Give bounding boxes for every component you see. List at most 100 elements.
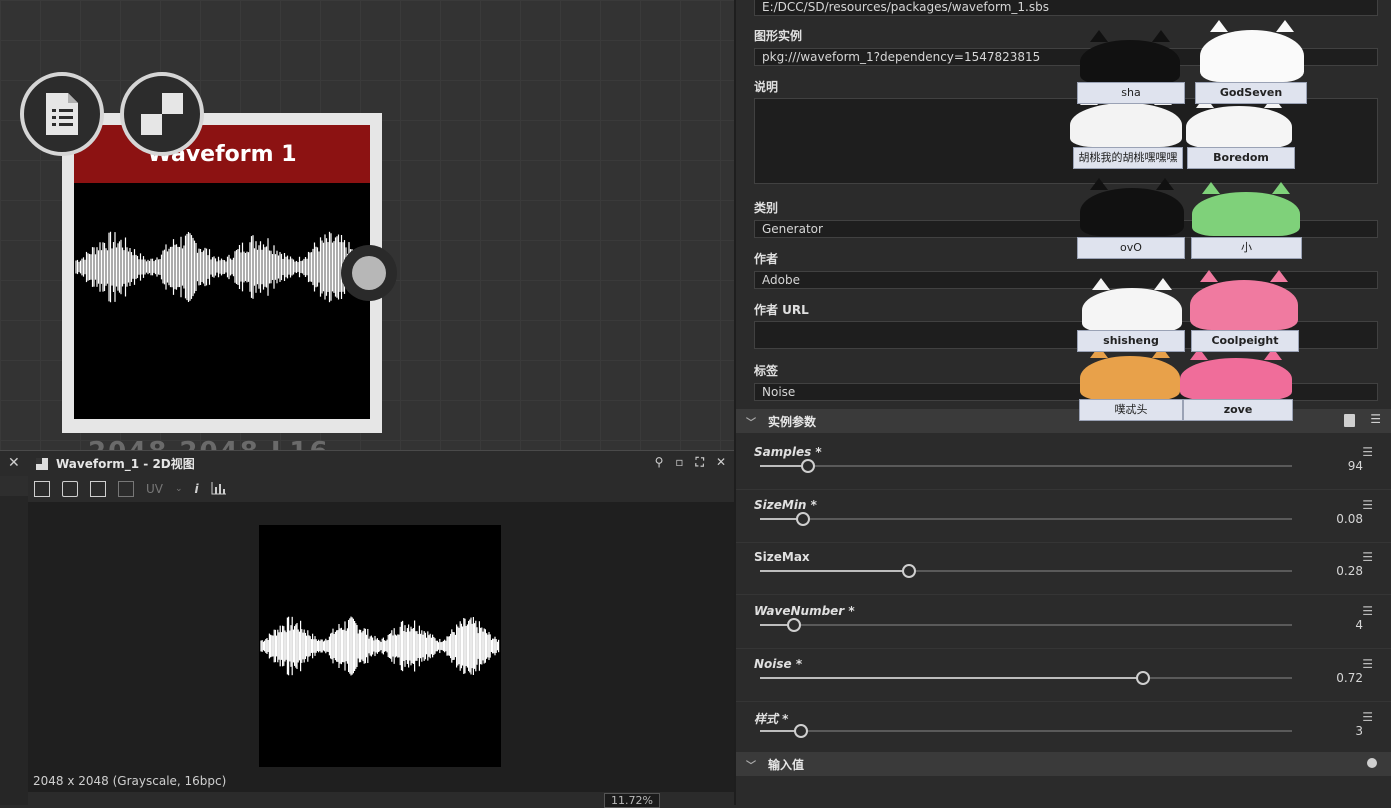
- float-icon[interactable]: ▫: [675, 455, 683, 470]
- node-resolution-text: 2048 2048 L16: [88, 437, 330, 450]
- cat-avatar-icon: [1190, 270, 1298, 330]
- param-slider-handle[interactable]: [901, 564, 916, 578]
- user-name-card: shisheng: [1077, 330, 1185, 352]
- param-row: SizeMax ☰ 0.28: [736, 542, 1391, 595]
- param-menu-icon[interactable]: ☰: [1362, 710, 1373, 724]
- pin-icon[interactable]: ⚲: [655, 455, 664, 470]
- info-icon[interactable]: i: [195, 482, 199, 496]
- waveform-node[interactable]: Waveform 1: [62, 113, 382, 433]
- user-name-card: ovO: [1077, 237, 1185, 259]
- output-port-dot: [352, 256, 386, 290]
- zoom-field[interactable]: 11.72%: [604, 793, 660, 808]
- param-slider-handle[interactable]: [795, 512, 810, 526]
- export-icon[interactable]: [118, 481, 134, 497]
- param-slider-handle[interactable]: [787, 618, 802, 632]
- instance-params-title: 实例参数: [768, 414, 817, 429]
- param-value[interactable]: 0.72: [1336, 671, 1363, 685]
- author-url-label: 作者 URL: [754, 303, 809, 317]
- param-slider[interactable]: [760, 512, 1292, 526]
- param-name: 样式 *: [754, 712, 789, 726]
- list-menu-icon[interactable]: ☰: [1370, 412, 1381, 426]
- user-name-card: sha: [1077, 82, 1185, 104]
- cat-ear-icon: [1210, 20, 1228, 32]
- package-path-field[interactable]: E:/DCC/SD/resources/packages/waveform_1.…: [754, 0, 1378, 16]
- cat-avatar-icon: [1192, 182, 1300, 236]
- 2d-waveform-preview: [260, 616, 500, 676]
- cat-ear-icon: [1152, 30, 1170, 42]
- param-slider[interactable]: [760, 564, 1292, 578]
- cat-ear-icon: [1090, 178, 1108, 190]
- duplicate-icon[interactable]: [90, 481, 106, 497]
- param-slider-fill: [760, 570, 909, 572]
- graph-canvas[interactable]: Waveform 1 2048 2048 L16: [0, 0, 734, 450]
- user-name-card: GodSeven: [1195, 82, 1307, 104]
- document-icon-glyph: [46, 93, 78, 135]
- user-name-card: 噗忒头: [1079, 399, 1183, 421]
- 2d-view-panel: ✕ Waveform_1 - 2D视图 ⚲ ▫ ⛶ ✕ UV ⌄ i 2048 …: [0, 450, 734, 808]
- param-value[interactable]: 94: [1348, 459, 1363, 473]
- preset-icon[interactable]: [1344, 414, 1355, 427]
- param-slider-handle[interactable]: [800, 459, 815, 473]
- param-name: WaveNumber *: [754, 604, 855, 618]
- param-value[interactable]: 3: [1355, 724, 1363, 738]
- param-menu-icon[interactable]: ☰: [1362, 550, 1373, 564]
- category-label: 类别: [754, 201, 779, 215]
- param-menu-icon[interactable]: ☰: [1362, 604, 1373, 618]
- checker-icon-glyph: [141, 93, 183, 135]
- 2d-view-image[interactable]: [259, 525, 501, 767]
- graph-instance-label: 图形实例: [754, 29, 803, 43]
- output-port[interactable]: [341, 245, 397, 301]
- param-name: SizeMax: [754, 550, 810, 564]
- param-menu-icon[interactable]: ☰: [1362, 445, 1373, 459]
- param-menu-icon[interactable]: ☰: [1362, 657, 1373, 671]
- image-info-text: 2048 x 2048 (Grayscale, 16bpc): [33, 774, 227, 788]
- param-slider[interactable]: [760, 724, 1292, 738]
- cat-avatar-icon: [1180, 348, 1292, 400]
- user-name-card: zove: [1183, 399, 1293, 421]
- maximize-icon[interactable]: ⛶: [696, 455, 704, 470]
- node-thumbnail: [74, 183, 370, 419]
- save-icon[interactable]: [62, 481, 78, 497]
- cat-ear-icon: [1200, 270, 1218, 282]
- param-menu-icon[interactable]: ☰: [1362, 498, 1373, 512]
- node-title: Waveform 1: [74, 125, 370, 183]
- user-name-card: 胡桃我的胡桃嘿嘿嘿: [1073, 147, 1183, 169]
- param-value[interactable]: 4: [1355, 618, 1363, 632]
- param-row: SizeMin * ☰ 0.08: [736, 490, 1391, 543]
- param-name: SizeMin *: [754, 498, 817, 512]
- param-value[interactable]: 0.08: [1336, 512, 1363, 526]
- param-slider[interactable]: [760, 618, 1292, 632]
- 2d-view-title: Waveform_1 - 2D视图: [56, 457, 195, 471]
- param-slider[interactable]: [760, 459, 1292, 473]
- cat-avatar-icon: [1186, 96, 1292, 148]
- param-value[interactable]: 0.28: [1336, 564, 1363, 578]
- user-name-card: Boredom: [1187, 147, 1295, 169]
- histogram-icon[interactable]: [211, 481, 227, 498]
- uv-dropdown[interactable]: UV: [146, 482, 163, 496]
- close-icon[interactable]: ✕: [8, 455, 20, 471]
- add-input-icon[interactable]: [1367, 758, 1377, 768]
- param-slider-handle[interactable]: [1136, 671, 1151, 685]
- chevron-down-icon: ﹀: [746, 760, 756, 772]
- document-icon[interactable]: [20, 72, 104, 156]
- param-row: Samples * ☰ 94: [736, 437, 1391, 490]
- inputs-header[interactable]: ﹀ 输入值: [736, 752, 1391, 776]
- cat-ear-icon: [1272, 182, 1290, 194]
- param-slider[interactable]: [760, 671, 1292, 685]
- param-name: Samples *: [754, 445, 822, 459]
- 2d-view-toolbar: UV ⌄ i: [28, 476, 734, 502]
- cat-ear-icon: [1156, 178, 1174, 190]
- param-row: WaveNumber * ☰ 4: [736, 596, 1391, 649]
- close-panel-icon[interactable]: ✕: [716, 455, 726, 470]
- cat-avatar-icon: [1080, 178, 1184, 236]
- chevron-down-icon[interactable]: ⌄: [175, 484, 183, 494]
- copy-view-icon[interactable]: [34, 481, 50, 497]
- cat-ear-icon: [1154, 278, 1172, 290]
- param-slider-handle[interactable]: [793, 724, 808, 738]
- cat-avatar-icon: [1082, 278, 1182, 332]
- param-slider-fill: [760, 677, 1144, 679]
- node-waveform-preview: [75, 231, 368, 303]
- param-row: 样式 * ☰ 3: [736, 702, 1391, 755]
- checker-icon[interactable]: [120, 72, 204, 156]
- tags-label: 标签: [754, 364, 779, 378]
